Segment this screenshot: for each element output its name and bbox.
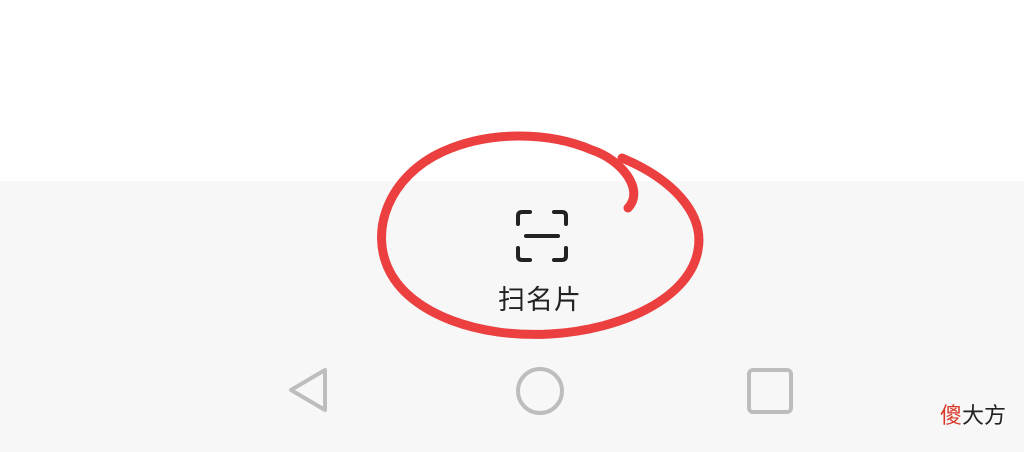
system-navigation-bar: [0, 350, 1024, 430]
content-area: [0, 0, 1024, 181]
scan-business-card-button[interactable]: 扫名片: [470, 196, 610, 326]
watermark-accent: 傻: [939, 404, 962, 429]
watermark: 傻大方: [940, 398, 1006, 430]
nav-home-button[interactable]: [510, 364, 570, 420]
scan-frame-icon: [514, 208, 570, 264]
back-triangle-icon: [289, 368, 327, 412]
nav-recent-apps-button[interactable]: [740, 364, 800, 420]
scan-business-card-label: 扫名片: [498, 285, 582, 316]
recent-apps-square-icon: [747, 368, 793, 414]
watermark-text: 大方: [961, 404, 1006, 429]
home-circle-icon: [516, 367, 564, 415]
nav-back-button[interactable]: [279, 364, 339, 420]
